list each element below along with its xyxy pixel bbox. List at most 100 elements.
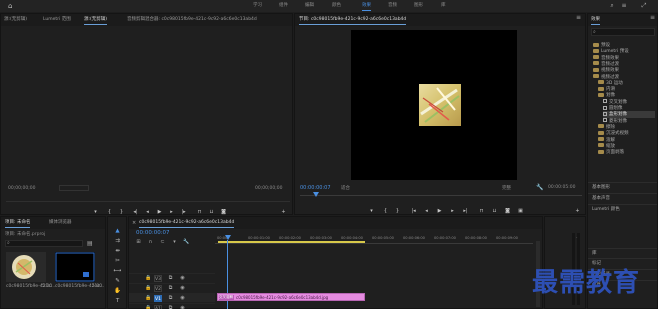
overwrite-icon[interactable]: ⊔	[207, 208, 216, 216]
tab-effects[interactable]: 效果	[591, 14, 600, 26]
project-thumb-2[interactable]	[55, 252, 95, 282]
program-step-forward-icon[interactable]: ▸	[448, 207, 457, 215]
track-header[interactable]: 🔒 V3 ⧉ ◉	[129, 273, 215, 282]
play-icon[interactable]: ▶	[155, 208, 164, 216]
program-scrub-bar[interactable]	[300, 195, 582, 196]
program-timecode[interactable]: 00:00:00:07	[300, 185, 331, 191]
track-select-tool-icon[interactable]: ⇉	[113, 237, 122, 245]
tab-program[interactable]: 节目: c0c98015fb9e-421c-9c92-a6c6e0c13ab4d	[299, 14, 407, 26]
type-tool-icon[interactable]: T	[113, 297, 122, 305]
timeline-settings-icon[interactable]: 🔧	[183, 239, 190, 246]
new-bin-icon[interactable]: ▤	[87, 240, 93, 247]
razor-tool-icon[interactable]: ✂	[113, 257, 122, 265]
program-add-marker-icon[interactable]: ▾	[367, 207, 376, 215]
notifications-icon[interactable]: ≡	[620, 2, 628, 10]
tab-project[interactable]: 项目: 未命名	[5, 217, 31, 229]
program-mark-in-icon[interactable]: {	[381, 207, 390, 215]
track-target-toggle[interactable]: V3	[154, 275, 162, 282]
work-area-bar[interactable]	[218, 241, 365, 243]
tab-audio-clip-mixer[interactable]: 音频剪辑混合器: c0c98015fb9e-421c-9c92-a6c6e0c1…	[127, 14, 257, 26]
step-back-frame-icon[interactable]: ◂	[143, 208, 152, 216]
source-zoom-dropdown[interactable]	[59, 185, 89, 191]
eye-icon[interactable]: ◉	[179, 305, 186, 309]
tab-source-empty[interactable]: 源:(无剪辑)	[4, 14, 27, 26]
source-scrub-bar[interactable]	[6, 201, 290, 202]
tab-media-browser[interactable]: 媒体浏览器	[49, 217, 72, 229]
panel-section-tab[interactable]: Lumetri 颜色	[592, 206, 620, 212]
step-forward-frame-icon[interactable]: ▸	[167, 208, 176, 216]
track-target-toggle[interactable]: V2	[154, 285, 162, 292]
lock-icon[interactable]: 🔒	[145, 305, 152, 309]
step-back-icon[interactable]: ◂|	[131, 208, 140, 216]
snap-icon[interactable]: ∩	[147, 239, 154, 246]
sync-lock-icon[interactable]: ⧉	[167, 305, 174, 309]
track-header[interactable]: 🔒A1 ⧉ ◉	[129, 303, 215, 309]
linked-selection-icon[interactable]: ⊂	[159, 239, 166, 246]
tab-source[interactable]: 源:(无剪辑)	[84, 14, 108, 26]
program-play-icon[interactable]: ▶	[435, 207, 444, 215]
workspace-tab[interactable]: 编辑	[305, 0, 314, 12]
program-step-back-icon[interactable]: ◂	[422, 207, 431, 215]
eye-icon[interactable]: ◉	[179, 285, 186, 292]
track-target-toggle[interactable]: V1	[154, 295, 162, 302]
add-button-icon[interactable]: +	[279, 208, 288, 216]
settings-icon[interactable]: 🔧	[536, 184, 543, 191]
mark-out-icon[interactable]: }	[117, 208, 126, 216]
lock-icon[interactable]: 🔒	[145, 295, 152, 302]
timeline-timecode[interactable]: 00:00:00:07	[136, 230, 170, 236]
program-mark-out-icon[interactable]: }	[393, 207, 402, 215]
sync-lock-icon[interactable]: ⧉	[167, 285, 174, 292]
insert-icon[interactable]: ⊓	[195, 208, 204, 216]
transition-badge[interactable]: 交叉溶解	[219, 295, 234, 300]
timeline-playhead-icon[interactable]	[225, 235, 231, 240]
program-go-in-icon[interactable]: |◂	[409, 207, 418, 215]
step-forward-icon[interactable]: |▸	[179, 208, 188, 216]
selection-tool-icon[interactable]: ▲	[113, 227, 122, 235]
add-marker-timeline-icon[interactable]: ▾	[171, 239, 178, 246]
eye-icon[interactable]: ◉	[179, 295, 186, 302]
insert-nest-icon[interactable]: ⊞	[135, 239, 142, 246]
lift-icon[interactable]: ⊓	[477, 207, 486, 215]
sync-lock-icon[interactable]: ⧉	[167, 295, 174, 302]
track-target-toggle[interactable]: A1	[154, 305, 162, 309]
program-go-out-icon[interactable]: ▸|	[461, 207, 470, 215]
workspace-tab[interactable]: 效果	[362, 0, 371, 12]
eye-icon[interactable]: ◉	[179, 275, 186, 282]
ripple-edit-tool-icon[interactable]: ⇹	[113, 247, 122, 255]
project-search-input[interactable]: ⌕	[5, 240, 83, 247]
search-icon[interactable]: ⌕	[608, 2, 616, 10]
sync-lock-icon[interactable]: ⧉	[167, 275, 174, 282]
tab-timeline[interactable]: c0c98015fb9e-421c-9c92-a6c6e0c13ab4d	[139, 217, 235, 229]
video-clip[interactable]: 交叉溶解 c0c98015fb9e-421c-9c92-a6c6e0c13ab4…	[217, 293, 365, 301]
slip-tool-icon[interactable]: ⟷	[113, 267, 122, 275]
workspace-tab[interactable]: 学习	[253, 0, 262, 12]
effects-tree-row[interactable]: 页面剥落	[598, 149, 624, 156]
program-playhead-icon[interactable]	[313, 192, 319, 197]
hand-tool-icon[interactable]: ✋	[113, 287, 122, 295]
timeline-ruler[interactable]	[215, 243, 533, 244]
track-header[interactable]: 🔒 V2 ⧉ ◉	[129, 283, 215, 292]
lock-icon[interactable]: 🔒	[145, 275, 152, 282]
program-export-frame-icon[interactable]: ◙	[503, 207, 512, 215]
tab-lumetri-scopes[interactable]: Lumetri 范围	[43, 14, 71, 26]
timeline-close-icon[interactable]: ×	[132, 217, 136, 229]
panel-section-tab[interactable]: 库	[592, 250, 597, 256]
export-frame-icon[interactable]: ◙	[219, 208, 228, 216]
effects-menu-icon[interactable]: ≡	[650, 14, 655, 21]
lock-icon[interactable]: 🔒	[145, 285, 152, 292]
workspace-tab[interactable]: 音频	[388, 0, 397, 12]
home-icon[interactable]: ⌂	[8, 2, 16, 10]
program-fit-dropdown[interactable]: 适合	[341, 185, 350, 191]
panel-menu-icon[interactable]: ≡	[576, 14, 581, 21]
workspace-tab[interactable]: 颜色	[332, 0, 341, 12]
extract-icon[interactable]: ⊔	[490, 207, 499, 215]
add-marker-icon[interactable]: ▾	[91, 208, 100, 216]
workspace-tab[interactable]: 库	[441, 0, 446, 12]
workspace-tab[interactable]: 图形	[414, 0, 423, 12]
program-quality-dropdown[interactable]: 完整	[502, 185, 511, 191]
panel-section-tab[interactable]: 基本声音	[592, 195, 610, 201]
effects-search-input[interactable]: ⌕	[591, 28, 655, 36]
track-header[interactable]: 🔒 V1 ⧉ ◉	[129, 293, 215, 302]
mark-in-icon[interactable]: {	[105, 208, 114, 216]
maximize-icon[interactable]: ⤢	[640, 2, 648, 10]
